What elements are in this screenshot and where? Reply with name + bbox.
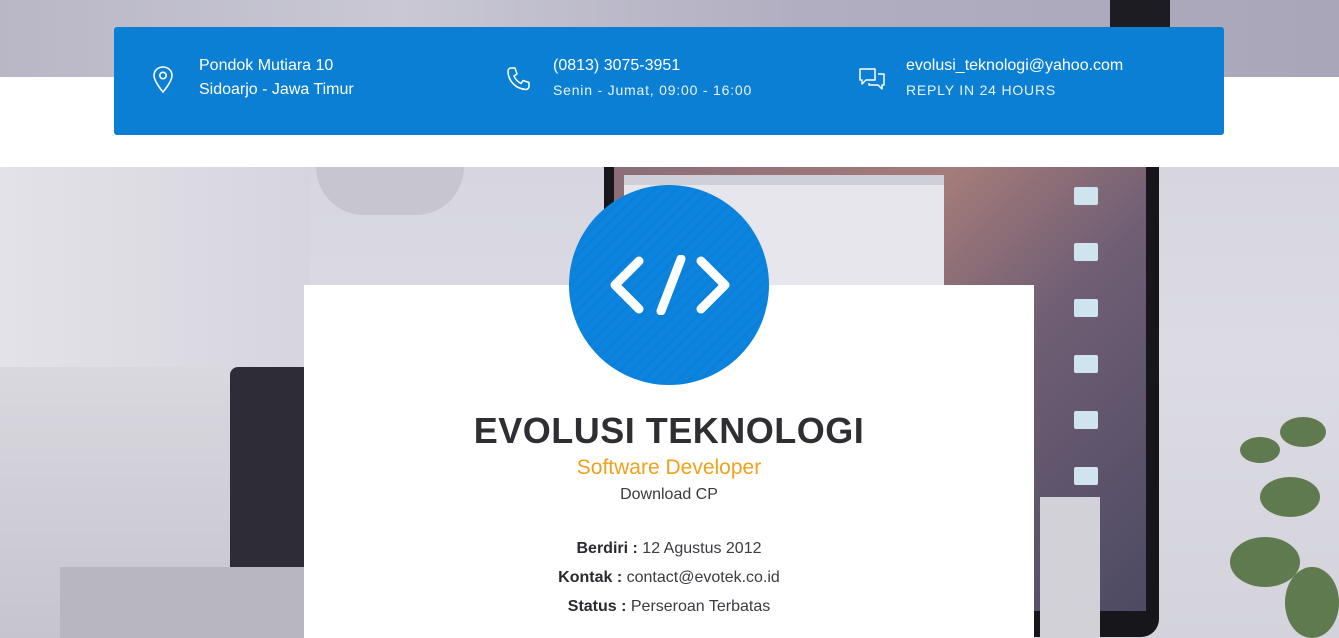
- info-row-founded: Berdiri : 12 Agustus 2012: [304, 540, 1034, 558]
- contact-email: evolusi_teknologi@yahoo.com REPLY IN 24 …: [858, 27, 1218, 135]
- phone-number[interactable]: (0813) 3075-3951: [553, 57, 680, 75]
- phone-hours: Senin - Jumat, 09:00 - 16:00: [553, 82, 753, 98]
- contact-phone: (0813) 3075-3951 Senin - Jumat, 09:00 - …: [505, 27, 845, 135]
- info-label: Kontak :: [558, 569, 623, 586]
- page: Pondok Mutiara 10 Sidoarjo - Jawa Timur …: [0, 0, 1339, 638]
- info-row-status: Status : Perseroan Terbatas: [304, 598, 1034, 616]
- company-tagline: Software Developer: [576, 456, 762, 479]
- address-line1: Pondok Mutiara 10: [199, 57, 334, 74]
- laptop-lid-decoration: [230, 367, 310, 597]
- info-row-contact: Kontak : contact@evotek.co.id: [304, 569, 1034, 587]
- plant-decoration: [1230, 417, 1339, 638]
- reply-time: REPLY IN 24 HOURS: [906, 82, 1057, 98]
- code-brackets-icon: [569, 185, 769, 385]
- company-name: EVOLUSI TEKNOLOGI: [473, 410, 865, 451]
- download-cp-link[interactable]: Download CP: [304, 486, 1034, 504]
- laptop-decoration: [0, 367, 310, 638]
- info-value[interactable]: contact@evotek.co.id: [622, 569, 780, 586]
- lamp-decoration: [316, 167, 464, 215]
- map-pin-icon: [151, 65, 179, 95]
- info-value: Perseroan Terbatas: [626, 598, 771, 615]
- chat-bubbles-icon: [858, 65, 886, 95]
- info-label: Status :: [567, 598, 627, 615]
- email-address[interactable]: evolusi_teknologi@yahoo.com: [906, 57, 1123, 75]
- phone-icon: [505, 65, 533, 95]
- monitor-stand-decoration: [1040, 497, 1100, 638]
- contact-address: Pondok Mutiara 10 Sidoarjo - Jawa Timur: [151, 27, 491, 135]
- address-line2: Sidoarjo - Jawa Timur: [199, 81, 354, 98]
- laptop-keyboard-decoration: [60, 567, 310, 638]
- contact-bar: Pondok Mutiara 10 Sidoarjo - Jawa Timur …: [114, 27, 1224, 135]
- info-value: 12 Agustus 2012: [637, 540, 762, 557]
- info-label: Berdiri :: [576, 540, 638, 557]
